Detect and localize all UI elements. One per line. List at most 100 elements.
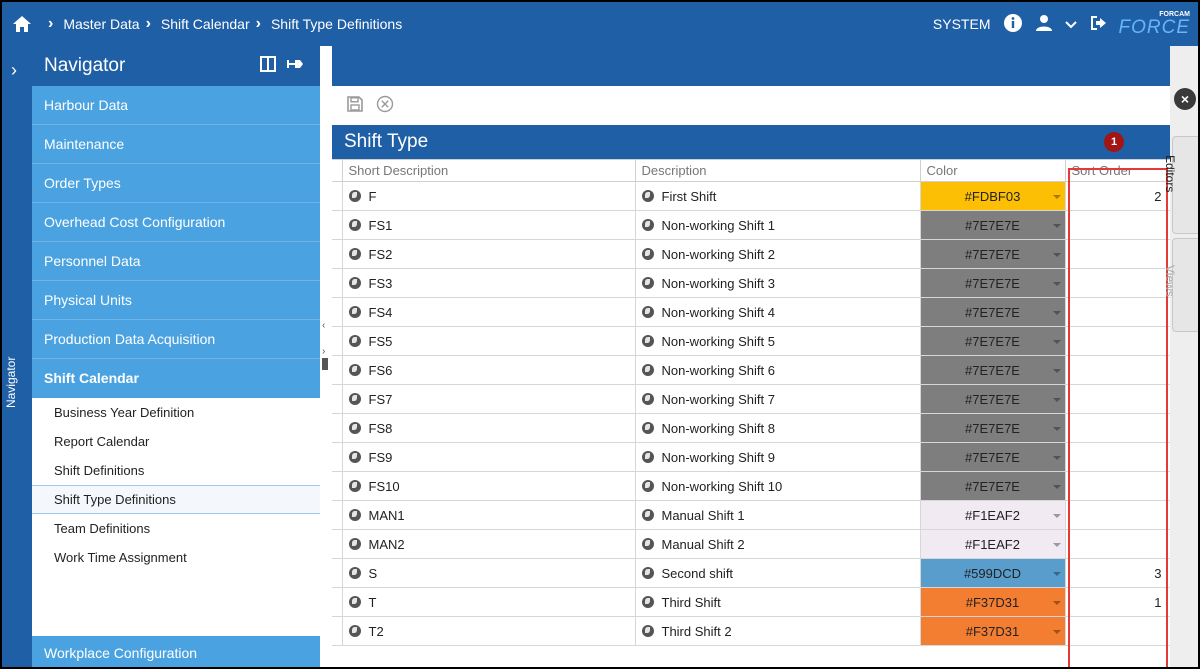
dropdown-arrow-icon[interactable] <box>1052 195 1061 199</box>
tab-editors[interactable]: Editors <box>1163 136 1198 234</box>
column-header-color[interactable]: Color <box>919 159 1066 182</box>
cell-color[interactable]: #7E7E7E <box>919 471 1066 501</box>
cell-color[interactable]: #7E7E7E <box>919 210 1066 240</box>
nav-item-physical-units[interactable]: Physical Units <box>32 281 320 320</box>
cell-description[interactable]: Non-working Shift 4 <box>634 297 921 327</box>
cell-short-description[interactable]: FS4 <box>341 297 636 327</box>
cell-description[interactable]: First Shift <box>634 181 921 211</box>
cell-description[interactable]: Third Shift <box>634 587 921 617</box>
nav-item-production-data-acquisition[interactable]: Production Data Acquisition <box>32 320 320 359</box>
cell-color[interactable]: #7E7E7E <box>919 413 1066 443</box>
dropdown-arrow-icon[interactable] <box>1052 572 1061 576</box>
cell-short-description[interactable]: FS7 <box>341 384 636 414</box>
nav-item-harbour-data[interactable]: Harbour Data <box>32 86 320 125</box>
cell-sort-order[interactable] <box>1064 471 1171 501</box>
cell-color[interactable]: #7E7E7E <box>919 442 1066 472</box>
table-row[interactable]: FS4 Non-working Shift 4 #7E7E7E <box>332 297 1171 327</box>
panel-splitter[interactable]: ‹ › <box>320 46 332 667</box>
dropdown-arrow-icon[interactable] <box>1052 282 1061 286</box>
cell-color[interactable]: #7E7E7E <box>919 326 1066 356</box>
dropdown-arrow-icon[interactable] <box>1052 398 1061 402</box>
cell-sort-order[interactable] <box>1064 297 1171 327</box>
column-header-description[interactable]: Description <box>634 159 921 182</box>
cell-color[interactable]: #F1EAF2 <box>919 529 1066 559</box>
tab-views[interactable]: Views <box>1163 238 1198 332</box>
table-row[interactable]: MAN1 Manual Shift 1 #F1EAF2 <box>332 500 1171 530</box>
cell-sort-order[interactable] <box>1064 210 1171 240</box>
table-row[interactable]: T Third Shift #F37D31 1 <box>332 587 1171 617</box>
expand-right-icon[interactable]: › <box>322 346 325 357</box>
cell-description[interactable]: Non-working Shift 1 <box>634 210 921 240</box>
home-icon[interactable] <box>2 15 42 33</box>
cancel-icon[interactable] <box>376 95 394 116</box>
collapse-left-icon[interactable]: ‹ <box>322 320 325 331</box>
cell-color[interactable]: #599DCD <box>919 558 1066 588</box>
breadcrumb-item-shift-calendar[interactable]: Shift Calendar <box>161 16 250 32</box>
nav-item-shift-calendar[interactable]: Shift Calendar <box>32 359 320 398</box>
cell-description[interactable]: Manual Shift 2 <box>634 529 921 559</box>
cell-sort-order[interactable] <box>1064 326 1171 356</box>
table-row[interactable]: FS10 Non-working Shift 10 #7E7E7E <box>332 471 1171 501</box>
dropdown-arrow-icon[interactable] <box>1052 514 1061 518</box>
cell-description[interactable]: Non-working Shift 3 <box>634 268 921 298</box>
cell-sort-order[interactable]: 2 <box>1064 181 1171 211</box>
cell-sort-order[interactable] <box>1064 268 1171 298</box>
cell-sort-order[interactable] <box>1064 239 1171 269</box>
cell-color[interactable]: #7E7E7E <box>919 239 1066 269</box>
nav-item-overhead-cost-configuration[interactable]: Overhead Cost Configuration <box>32 203 320 242</box>
cell-short-description[interactable]: FS1 <box>341 210 636 240</box>
cell-description[interactable]: Non-working Shift 5 <box>634 326 921 356</box>
cell-description[interactable]: Non-working Shift 6 <box>634 355 921 385</box>
sub-item-shift-definitions[interactable]: Shift Definitions <box>32 456 320 485</box>
cell-color[interactable]: #7E7E7E <box>919 297 1066 327</box>
cell-short-description[interactable]: T <box>341 587 636 617</box>
close-icon[interactable]: × <box>1174 88 1196 110</box>
dropdown-arrow-icon[interactable] <box>1052 224 1061 228</box>
cell-description[interactable]: Non-working Shift 7 <box>634 384 921 414</box>
expand-chevron-icon[interactable]: › <box>11 60 17 81</box>
table-row[interactable]: F First Shift #FDBF03 2 <box>332 181 1171 211</box>
cell-sort-order[interactable] <box>1064 413 1171 443</box>
split-view-icon[interactable] <box>260 56 276 78</box>
cell-color[interactable]: #7E7E7E <box>919 355 1066 385</box>
dropdown-arrow-icon[interactable] <box>1052 485 1061 489</box>
table-row[interactable]: S Second shift #599DCD 3 <box>332 558 1171 588</box>
table-row[interactable]: FS9 Non-working Shift 9 #7E7E7E <box>332 442 1171 472</box>
dropdown-arrow-icon[interactable] <box>1052 427 1061 431</box>
cell-short-description[interactable]: FS3 <box>341 268 636 298</box>
cell-description[interactable]: Second shift <box>634 558 921 588</box>
cell-sort-order[interactable] <box>1064 384 1171 414</box>
table-row[interactable]: MAN2 Manual Shift 2 #F1EAF2 <box>332 529 1171 559</box>
cell-short-description[interactable]: FS5 <box>341 326 636 356</box>
cell-sort-order[interactable] <box>1064 616 1171 646</box>
sub-item-report-calendar[interactable]: Report Calendar <box>32 427 320 456</box>
nav-item-workplace-configuration[interactable]: Workplace Configuration <box>32 636 320 667</box>
cell-short-description[interactable]: FS6 <box>341 355 636 385</box>
dropdown-arrow-icon[interactable] <box>1052 630 1061 634</box>
column-header-sort-order[interactable]: Sort Order <box>1064 159 1171 182</box>
cell-sort-order[interactable] <box>1064 355 1171 385</box>
cell-color[interactable]: #F37D31 <box>919 616 1066 646</box>
save-icon[interactable] <box>346 95 364 116</box>
table-row[interactable]: FS6 Non-working Shift 6 #7E7E7E <box>332 355 1171 385</box>
sub-item-business-year-definition[interactable]: Business Year Definition <box>32 398 320 427</box>
nav-item-personnel-data[interactable]: Personnel Data <box>32 242 320 281</box>
dropdown-arrow-icon[interactable] <box>1052 311 1061 315</box>
sub-item-shift-type-definitions[interactable]: Shift Type Definitions <box>32 485 320 514</box>
cell-short-description[interactable]: MAN2 <box>341 529 636 559</box>
table-row[interactable]: FS2 Non-working Shift 2 #7E7E7E <box>332 239 1171 269</box>
dropdown-arrow-icon[interactable] <box>1052 253 1061 257</box>
user-icon[interactable] <box>1035 14 1053 35</box>
cell-color[interactable]: #FDBF03 <box>919 181 1066 211</box>
table-row[interactable]: FS3 Non-working Shift 3 #7E7E7E <box>332 268 1171 298</box>
cell-color[interactable]: #F37D31 <box>919 587 1066 617</box>
navigator-rail[interactable]: › Navigator <box>2 46 32 667</box>
breadcrumb-item-master-data[interactable]: Master Data <box>63 16 139 32</box>
cell-sort-order[interactable] <box>1064 442 1171 472</box>
cell-short-description[interactable]: FS8 <box>341 413 636 443</box>
cell-short-description[interactable]: T2 <box>341 616 636 646</box>
nav-item-maintenance[interactable]: Maintenance <box>32 125 320 164</box>
cell-short-description[interactable]: MAN1 <box>341 500 636 530</box>
logout-icon[interactable] <box>1089 14 1107 35</box>
sub-item-work-time-assignment[interactable]: Work Time Assignment <box>32 543 320 572</box>
